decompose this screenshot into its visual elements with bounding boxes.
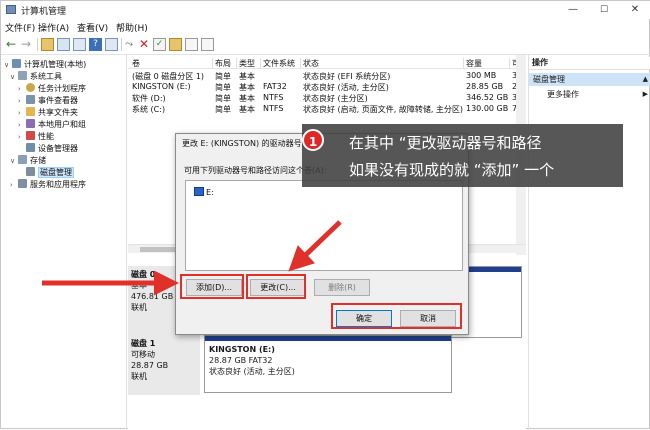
drive-path-list[interactable]: E: bbox=[185, 180, 463, 271]
col-status[interactable]: 状态 bbox=[301, 58, 464, 69]
callout-line-1: 在其中 “更改驱动器号和路径 bbox=[349, 134, 542, 152]
tree-storage[interactable]: ∨ 存储 bbox=[10, 155, 46, 167]
action-more[interactable]: 更多操作 ▶ bbox=[529, 88, 650, 101]
partition-status: 状态良好 (活动, 主分区) bbox=[209, 367, 295, 376]
toolbar: ← → ? ⤳ ✕ ✓ bbox=[1, 35, 650, 55]
tree-services[interactable]: › 服务和应用程序 bbox=[10, 179, 86, 191]
minimize-button[interactable]: — bbox=[558, 2, 588, 18]
window-title: 计算机管理 bbox=[21, 7, 67, 17]
document-icon[interactable] bbox=[185, 38, 198, 51]
device-manager-icon bbox=[26, 143, 35, 152]
tree-performance[interactable]: › 性能 bbox=[18, 131, 54, 143]
menu-action[interactable]: 操作(A) bbox=[38, 21, 69, 34]
tree-task-scheduler[interactable]: › 任务计划程序 bbox=[18, 83, 86, 95]
instruction-callout: 1 在其中 “更改驱动器号和路径 如果没有现成的就 “添加” 一个 bbox=[302, 124, 623, 187]
highlight-change-button bbox=[246, 274, 306, 299]
menu-help[interactable]: 帮助(H) bbox=[116, 21, 148, 34]
tree-disk-management[interactable]: 磁盘管理 bbox=[18, 167, 74, 179]
connect-icon[interactable]: ⤳ bbox=[125, 38, 138, 51]
table-row[interactable]: 系统 (C:) 简单 基本 NTFS 状态良好 (启动, 页面文件, 故障转储,… bbox=[128, 104, 526, 115]
event-viewer-icon bbox=[26, 95, 35, 104]
disk-1-name: 磁盘 1 bbox=[131, 339, 156, 348]
partition-detail: 28.87 GB FAT32 bbox=[209, 356, 273, 365]
clock-icon bbox=[26, 83, 35, 92]
actions-header: 操作 bbox=[529, 57, 650, 70]
forward-icon[interactable]: → bbox=[21, 38, 34, 51]
actions-pane: 操作 磁盘管理 ▲ 更多操作 ▶ bbox=[528, 55, 650, 430]
console-tree-icon[interactable] bbox=[57, 38, 70, 51]
step-number-badge: 1 bbox=[302, 129, 324, 151]
highlight-ok-cancel bbox=[331, 303, 462, 329]
open-folder-icon[interactable] bbox=[169, 38, 182, 51]
disk-0-name: 磁盘 0 bbox=[131, 270, 156, 279]
help-icon[interactable]: ? bbox=[89, 38, 102, 51]
menu-file[interactable]: 文件(F) bbox=[5, 21, 35, 34]
tree-root[interactable]: ∨ 计算机管理(本地) bbox=[4, 59, 86, 71]
shared-folder-icon bbox=[26, 107, 35, 116]
properties-icon[interactable] bbox=[73, 38, 86, 51]
dialog-title: 更改 E: (KINGSTON) 的驱动器号和 bbox=[182, 139, 310, 148]
highlight-add-button bbox=[180, 274, 244, 299]
collapse-icon[interactable]: ▲ bbox=[643, 73, 648, 86]
tools-icon bbox=[18, 71, 27, 80]
tree-device-manager[interactable]: 设备管理器 bbox=[18, 143, 78, 155]
list-icon[interactable] bbox=[201, 38, 214, 51]
list-item[interactable]: E: bbox=[194, 187, 214, 197]
title-bar: 计算机管理 — ☐ ✕ bbox=[1, 1, 650, 19]
maximize-button[interactable]: ☐ bbox=[589, 2, 619, 18]
users-icon bbox=[26, 119, 35, 128]
table-row[interactable]: 软件 (D:) 简单 基本 NTFS 状态良好 (主分区) 346.52 GB … bbox=[128, 93, 526, 104]
console-tree: ∨ 计算机管理(本地) ∨ 系统工具 › 任务计划程序 › 事件查看器 › 共享文件夹 ›… bbox=[1, 55, 127, 430]
disk-management-icon bbox=[26, 167, 35, 176]
performance-icon bbox=[26, 131, 35, 140]
tree-event-viewer[interactable]: › 事件查看器 bbox=[18, 95, 78, 107]
computer-management-icon bbox=[6, 5, 16, 14]
partition-kingston[interactable]: KINGSTON (E:) 28.87 GB FAT32 状态良好 (活动, 主… bbox=[204, 335, 452, 393]
table-row[interactable]: (磁盘 0 磁盘分区 1) 简单 基本 状态良好 (EFI 系统分区) 300 … bbox=[128, 71, 526, 82]
delete-icon[interactable]: ✕ bbox=[139, 38, 152, 51]
check-icon[interactable]: ✓ bbox=[153, 38, 166, 51]
disk-1-label[interactable]: 磁盘 1 可移动 28.87 GB 联机 bbox=[128, 335, 200, 395]
col-layout[interactable]: 布局 bbox=[213, 58, 237, 69]
up-folder-icon[interactable] bbox=[41, 38, 54, 51]
storage-icon bbox=[18, 155, 27, 164]
col-capacity[interactable]: 容量 bbox=[464, 58, 510, 69]
partition-name: KINGSTON (E:) bbox=[209, 345, 275, 354]
callout-line-2: 如果没有现成的就 “添加” 一个 bbox=[349, 161, 555, 179]
col-filesystem[interactable]: 文件系统 bbox=[261, 58, 301, 69]
tree-local-users[interactable]: › 本地用户和组 bbox=[18, 119, 86, 131]
table-row[interactable]: KINGSTON (E:) 简单 基本 FAT32 状态良好 (活动, 主分区)… bbox=[128, 82, 526, 93]
menu-bar: 文件(F) 操作(A) 查看(V) 帮助(H) bbox=[1, 19, 650, 35]
tree-system-tools[interactable]: ∨ 系统工具 bbox=[10, 71, 62, 83]
computer-icon bbox=[12, 59, 21, 68]
back-icon[interactable]: ← bbox=[6, 38, 19, 51]
close-button[interactable]: ✕ bbox=[620, 2, 650, 18]
tree-shared-folders[interactable]: › 共享文件夹 bbox=[18, 107, 78, 119]
col-volume[interactable]: 卷 bbox=[130, 58, 213, 69]
col-type[interactable]: 类型 bbox=[237, 58, 261, 69]
services-icon bbox=[18, 179, 27, 188]
menu-view[interactable]: 查看(V) bbox=[77, 21, 108, 34]
remove-button[interactable]: 删除(R) bbox=[314, 279, 370, 296]
submenu-arrow-icon: ▶ bbox=[642, 90, 648, 98]
drive-icon bbox=[194, 187, 204, 196]
action-disk-management[interactable]: 磁盘管理 ▲ bbox=[529, 73, 650, 86]
volume-list-header: 卷 布局 类型 文件系统 状态 容量 可 bbox=[128, 57, 526, 69]
view-icon[interactable] bbox=[105, 38, 118, 51]
